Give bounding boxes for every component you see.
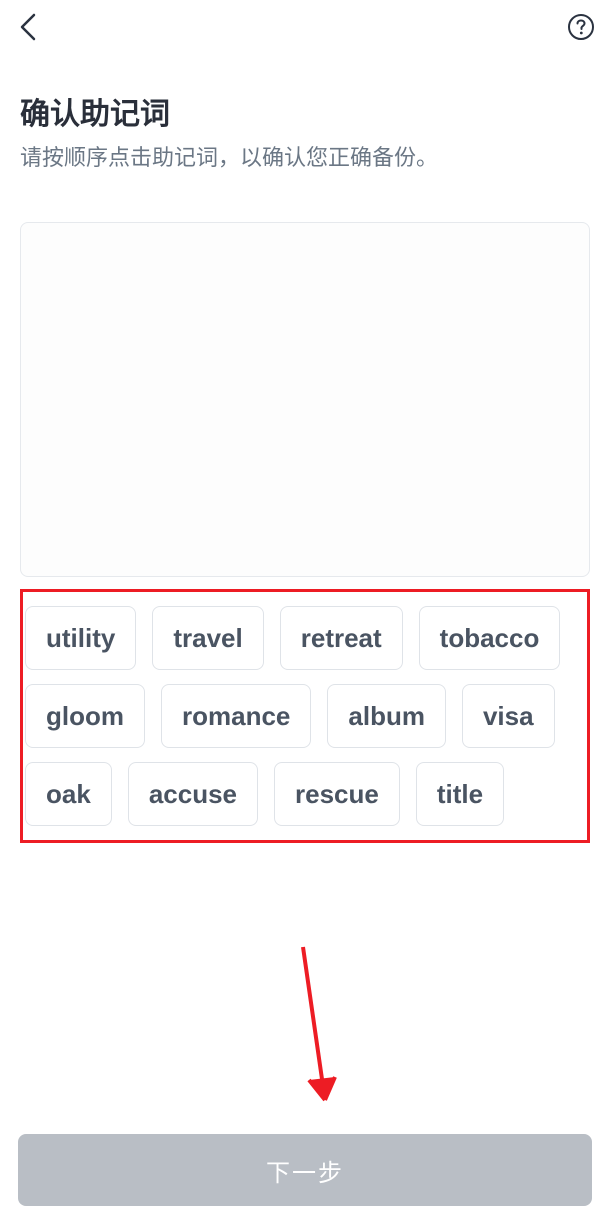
word-chip[interactable]: retreat [280, 606, 403, 670]
word-chip[interactable]: utility [25, 606, 136, 670]
selected-words-area[interactable] [20, 222, 590, 577]
word-chip[interactable]: gloom [25, 684, 145, 748]
page-title: 确认助记词 [20, 89, 590, 133]
word-chip[interactable]: accuse [128, 762, 258, 826]
arrow-annotation-icon [295, 945, 355, 1135]
word-chip[interactable]: visa [462, 684, 555, 748]
word-chip[interactable]: romance [161, 684, 311, 748]
word-chip[interactable]: travel [152, 606, 263, 670]
word-bank: utility travel retreat tobacco gloom rom… [20, 589, 590, 843]
next-button-label: 下一步 [266, 1153, 344, 1188]
word-chip[interactable]: tobacco [419, 606, 561, 670]
word-chip[interactable]: album [327, 684, 446, 748]
help-button[interactable] [566, 12, 596, 42]
question-circle-icon [567, 13, 595, 41]
word-chip[interactable]: rescue [274, 762, 400, 826]
word-chip[interactable]: title [416, 762, 504, 826]
page-subtitle: 请按顺序点击助记词，以确认您正确备份。 [20, 143, 590, 174]
next-button[interactable]: 下一步 [18, 1134, 592, 1206]
word-chip[interactable]: oak [25, 762, 112, 826]
chevron-left-icon [18, 12, 40, 42]
back-button[interactable] [14, 12, 44, 42]
